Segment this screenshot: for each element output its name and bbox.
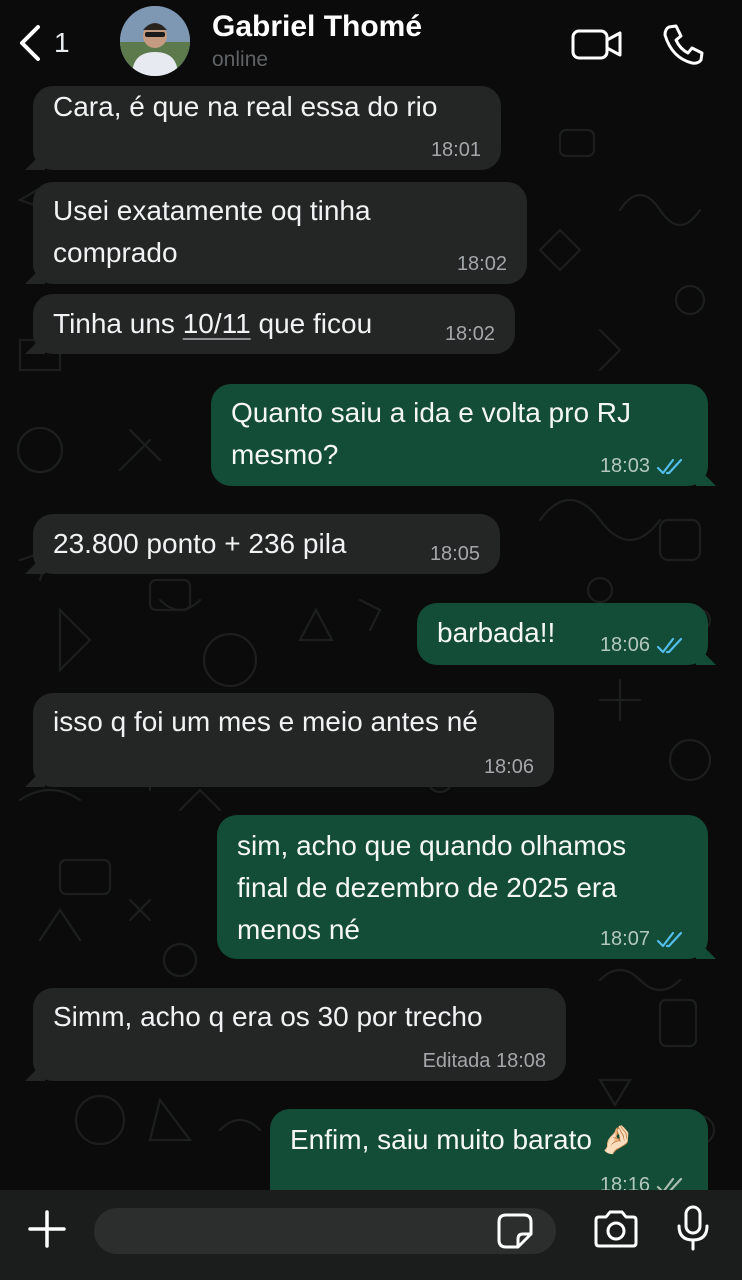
date-link[interactable]: 10/11 (183, 308, 251, 339)
video-call-button[interactable] (570, 24, 624, 64)
message-text: sim, acho que quando olhamos final de de… (237, 825, 626, 951)
read-ticks-icon (656, 1177, 683, 1190)
chat-area[interactable]: Cara, é que na real essa do rio 18:01 Us… (0, 0, 742, 1190)
message-time: 18:07 (599, 928, 650, 950)
message-input[interactable] (94, 1208, 556, 1254)
message-time-row: 18:06 (600, 633, 686, 657)
read-ticks-icon (656, 637, 683, 653)
chevron-left-icon (20, 25, 40, 61)
message-text: Enfim, saiu muito barato 🤌🏻 (290, 1119, 635, 1161)
sticker-button[interactable] (496, 1212, 534, 1250)
message-time: 18:16 (599, 1174, 650, 1190)
message-time: 18:01 (430, 139, 481, 161)
message-bubble-incoming[interactable]: Cara, é que na real essa do rio 18:01 (25, 86, 501, 170)
pinched-fingers-emoji: 🤌🏻 (599, 1124, 635, 1155)
message-text: Cara, é que na real essa do rio (53, 91, 438, 122)
message-time-row: 18:03 (600, 454, 686, 478)
camera-icon (594, 1210, 638, 1248)
message-time-row: 18:07 (600, 927, 686, 951)
message-time: Editada 18:08 (422, 1050, 546, 1072)
back-button[interactable]: 1 (14, 22, 84, 64)
message-line: Quanto saiu a ida e volta pro RJ (231, 397, 632, 428)
message-time-row: 18:16 (600, 1173, 686, 1190)
message-text-part: que ficou (250, 308, 373, 339)
camera-button[interactable] (592, 1208, 640, 1250)
message-text: Quanto saiu a ida e volta pro RJ mesmo? (231, 392, 631, 476)
message-text-part: Enfim, saiu muito barato (290, 1124, 592, 1155)
message-text: Usei exatamente oq tinha comprado (53, 190, 371, 274)
video-camera-icon (571, 29, 622, 60)
message-line: comprado (53, 237, 178, 268)
message-bubble-outgoing[interactable]: Enfim, saiu muito barato 🤌🏻 18:16 (270, 1109, 708, 1190)
plus-icon (28, 1210, 66, 1248)
message-time: 18:05 (429, 543, 480, 565)
message-line: sim, acho que quando olhamos (237, 830, 627, 861)
message-line: menos né (237, 914, 360, 945)
sticker-icon (497, 1213, 533, 1249)
message-text: Simm, acho q era os 30 por trecho (53, 1001, 483, 1032)
message-text: barbada!! (437, 617, 556, 648)
message-line: mesmo? (231, 439, 339, 470)
message-time: 18:06 (483, 756, 534, 778)
chat-header: 1 Gabriel Thomé online (0, 0, 742, 86)
phone-icon (663, 24, 704, 65)
read-ticks-icon (656, 458, 683, 474)
unread-count: 1 (54, 27, 70, 58)
message-text-part: Tinha uns (53, 308, 183, 339)
message-bubble-outgoing[interactable]: barbada!! 18:06 (417, 603, 716, 665)
contact-name[interactable]: Gabriel Thomé (212, 10, 422, 44)
attach-button[interactable] (26, 1208, 68, 1250)
avatar-image (120, 6, 190, 76)
composer-bar (0, 1190, 742, 1280)
message-bubble-incoming[interactable]: Usei exatamente oq tinha comprado 18:02 (25, 182, 527, 284)
message-time: 18:06 (599, 634, 650, 656)
message-bubble-incoming[interactable]: Tinha uns 10/11 que ficou 18:02 (25, 294, 515, 354)
message-text: Tinha uns 10/11 que ficou (53, 303, 372, 345)
message-time: 18:02 (456, 253, 507, 275)
avatar[interactable] (120, 6, 190, 76)
message-time: 18:03 (599, 455, 650, 477)
message-bubble-incoming[interactable]: 23.800 ponto + 236 pila 18:05 (25, 514, 500, 574)
message-bubble-incoming[interactable]: isso q foi um mes e meio antes né 18:06 (25, 693, 554, 787)
message-bubble-outgoing[interactable]: sim, acho que quando olhamos final de de… (217, 815, 716, 959)
contact-status: online (212, 48, 269, 71)
message-line: Usei exatamente oq tinha (53, 195, 371, 226)
microphone-icon (677, 1205, 709, 1251)
message-time: 18:02 (444, 323, 495, 345)
message-line: final de dezembro de 2025 era (237, 872, 617, 903)
message-text: isso q foi um mes e meio antes né (53, 706, 478, 737)
voice-call-button[interactable] (660, 22, 706, 66)
read-ticks-icon (656, 931, 683, 947)
message-bubble-outgoing[interactable]: Quanto saiu a ida e volta pro RJ mesmo? … (211, 384, 716, 486)
microphone-button[interactable] (674, 1204, 712, 1252)
message-text: 23.800 ponto + 236 pila (53, 528, 347, 559)
message-bubble-incoming[interactable]: Simm, acho q era os 30 por trecho Editad… (25, 988, 566, 1081)
